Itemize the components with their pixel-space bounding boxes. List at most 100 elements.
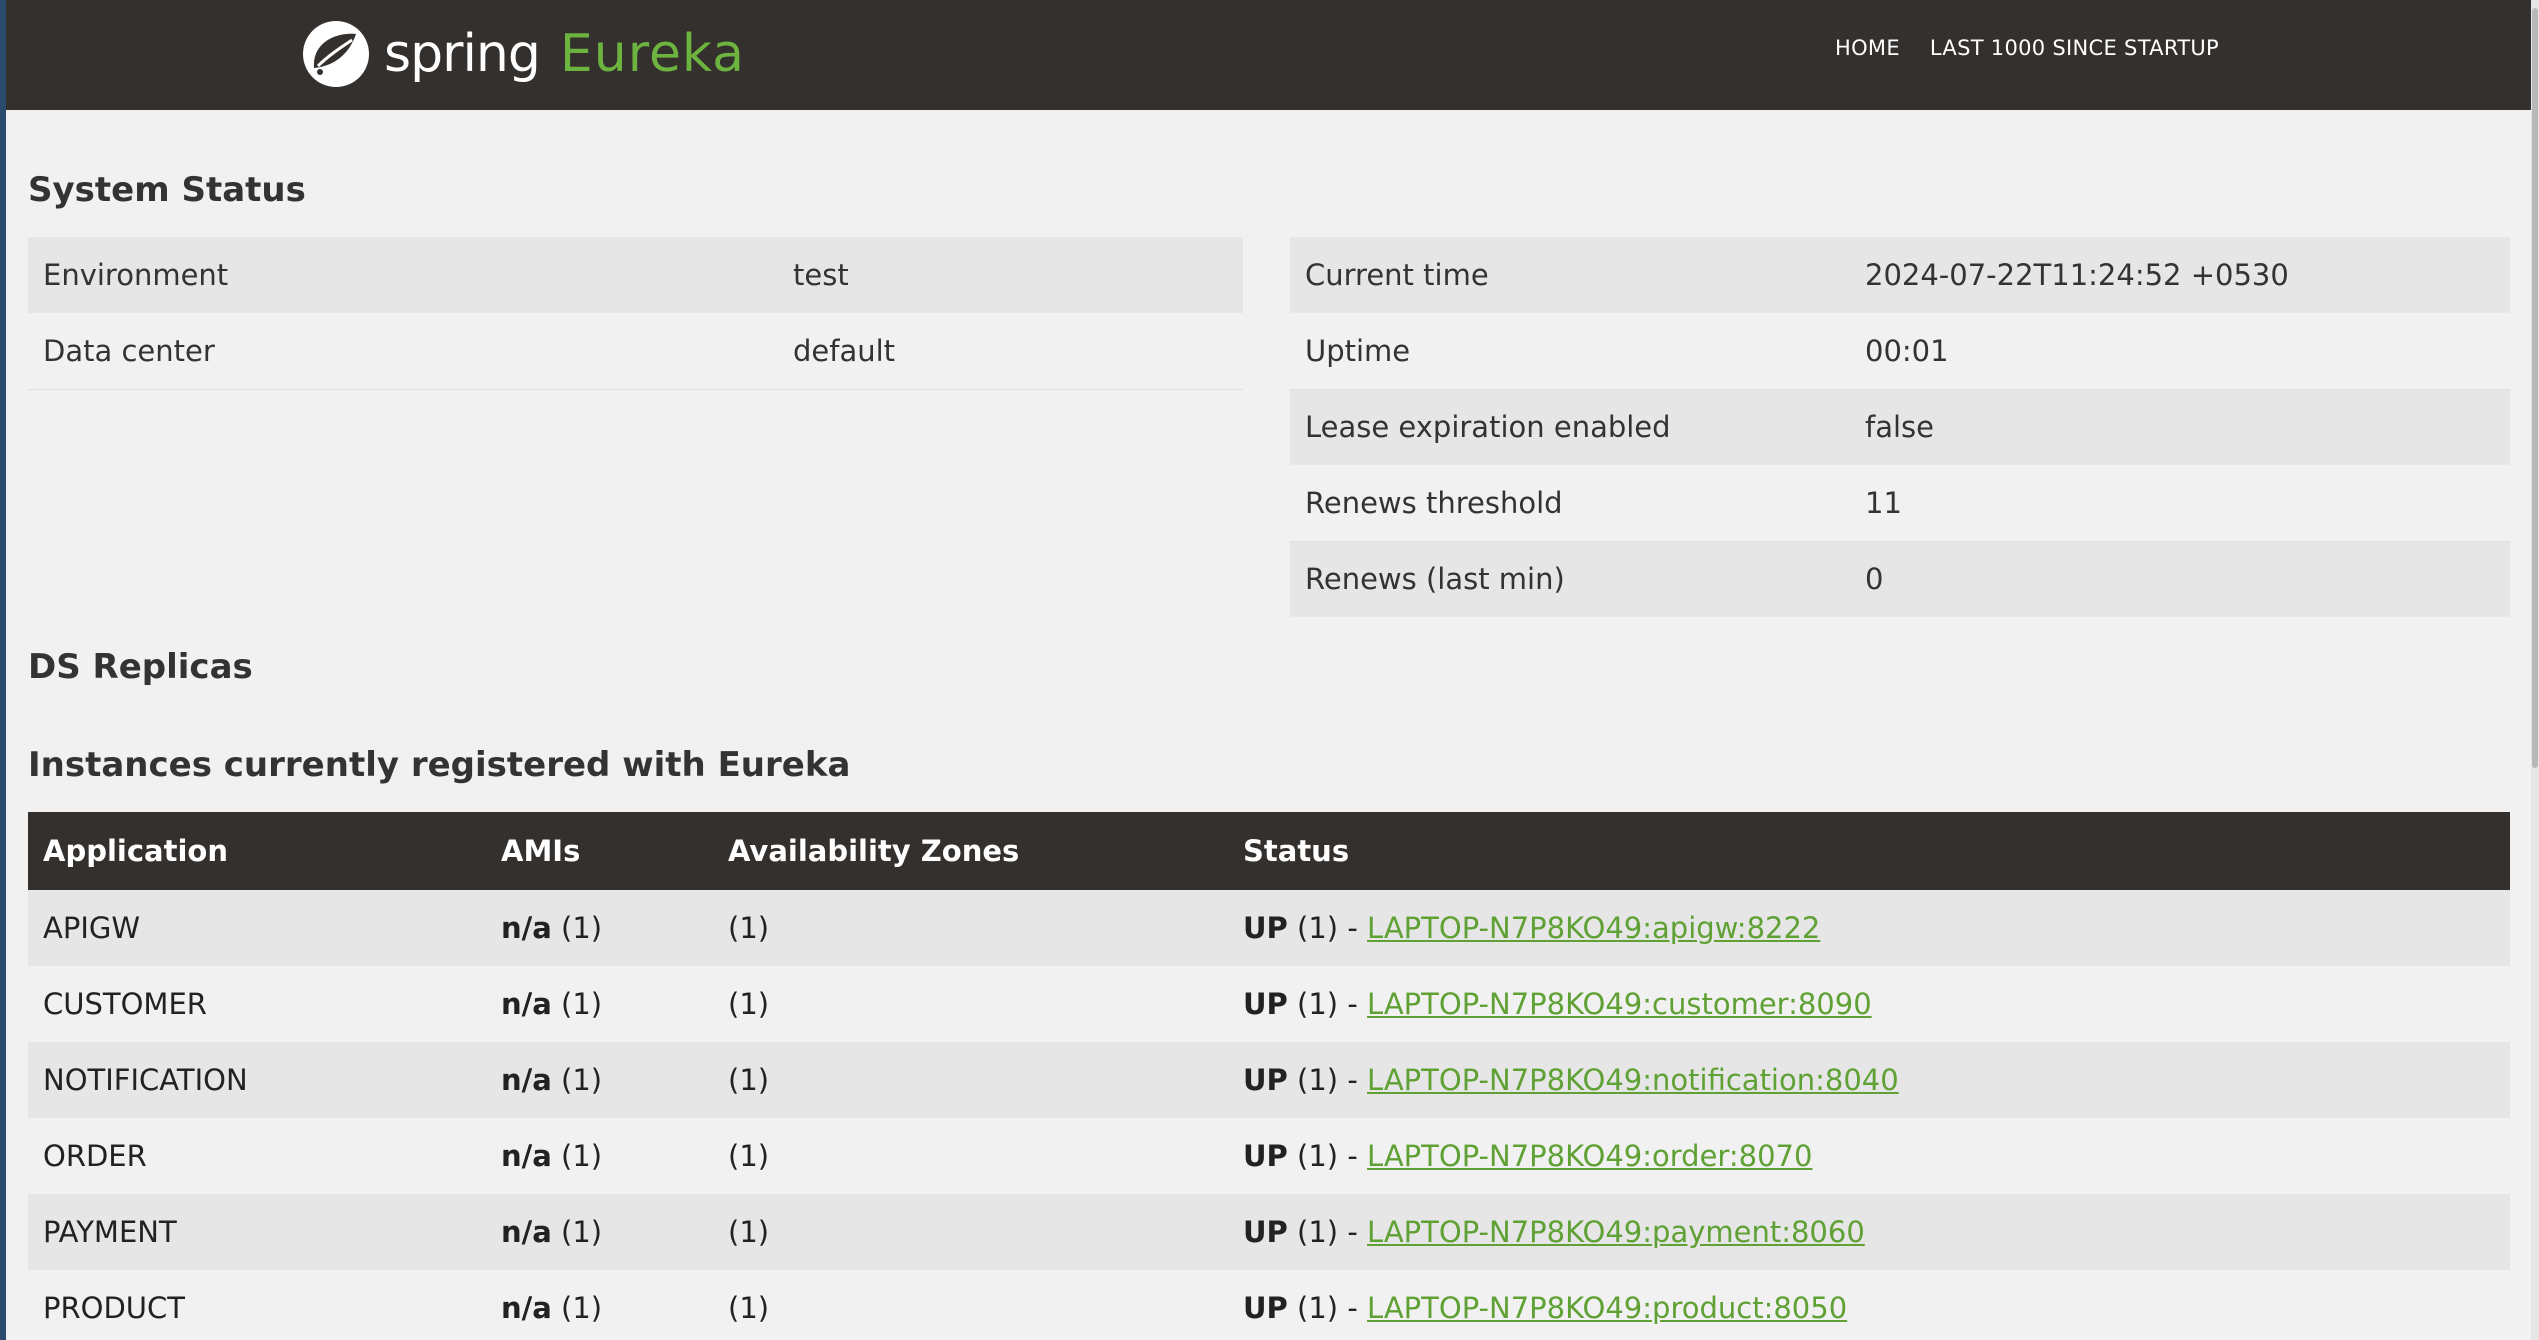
instances-header-row: Application AMIs Availability Zones Stat… <box>28 812 2510 890</box>
system-status-right-table: Current time 2024-07-22T11:24:52 +0530 U… <box>1290 237 2510 617</box>
status-count: (1) - <box>1297 1215 1358 1249</box>
status-label: Renews threshold <box>1290 465 1850 542</box>
system-status-title: System Status <box>28 170 306 210</box>
status-label: Renews (last min) <box>1290 541 1850 617</box>
status-cell: UP (1) - LAPTOP-N7P8KO49:notification:80… <box>1228 1042 2510 1118</box>
status-count: (1) - <box>1297 1291 1358 1325</box>
status-label: Data center <box>28 313 778 390</box>
ami-cell: n/a (1) <box>486 1042 713 1118</box>
table-row: APIGW n/a (1) (1) UP (1) - LAPTOP-N7P8KO… <box>28 890 2510 966</box>
zones-cell: (1) <box>713 890 1228 966</box>
status-label: Uptime <box>1290 313 1850 390</box>
status-count: (1) - <box>1297 1139 1358 1173</box>
status-count: (1) - <box>1297 1063 1358 1097</box>
zones-cell: (1) <box>713 1270 1228 1340</box>
status-value: 0 <box>1850 541 2510 617</box>
status-up: UP <box>1243 1215 1288 1249</box>
status-value: false <box>1850 389 2510 465</box>
system-status-left-table: Environment test Data center default <box>28 237 1243 390</box>
instance-link-order[interactable]: LAPTOP-N7P8KO49:order:8070 <box>1367 1139 1812 1173</box>
status-row-lease-expiration: Lease expiration enabled false <box>1290 389 2510 465</box>
ami-value: n/a <box>501 1215 552 1249</box>
col-application[interactable]: Application <box>28 812 486 890</box>
status-row-renews-threshold: Renews threshold 11 <box>1290 465 2510 542</box>
brand-eureka-text: Eureka <box>559 24 745 84</box>
status-row-uptime: Uptime 00:01 <box>1290 313 2510 390</box>
status-up: UP <box>1243 987 1288 1021</box>
app-name: APIGW <box>28 890 486 966</box>
col-amis[interactable]: AMIs <box>486 812 713 890</box>
status-cell: UP (1) - LAPTOP-N7P8KO49:customer:8090 <box>1228 966 2510 1042</box>
ami-count: (1) <box>561 1291 603 1325</box>
app-name: CUSTOMER <box>28 966 486 1042</box>
instance-link-customer[interactable]: LAPTOP-N7P8KO49:customer:8090 <box>1367 987 1872 1021</box>
app-name: PAYMENT <box>28 1194 486 1270</box>
status-count: (1) - <box>1297 987 1358 1021</box>
table-row: PRODUCT n/a (1) (1) UP (1) - LAPTOP-N7P8… <box>28 1270 2510 1340</box>
nav-links: HOME LAST 1000 SINCE STARTUP <box>1835 36 2219 60</box>
brand-spring-text: spring <box>384 24 541 84</box>
status-row-data-center: Data center default <box>28 313 1243 390</box>
table-row: PAYMENT n/a (1) (1) UP (1) - LAPTOP-N7P8… <box>28 1194 2510 1270</box>
col-status[interactable]: Status <box>1228 812 2510 890</box>
ami-count: (1) <box>561 1139 603 1173</box>
ami-cell: n/a (1) <box>486 1118 713 1194</box>
status-value: test <box>778 237 1243 313</box>
window-left-edge <box>0 0 6 1340</box>
app-name: ORDER <box>28 1118 486 1194</box>
status-row-renews-last-min: Renews (last min) 0 <box>1290 541 2510 617</box>
instance-link-product[interactable]: LAPTOP-N7P8KO49:product:8050 <box>1367 1291 1847 1325</box>
status-value: 2024-07-22T11:24:52 +0530 <box>1850 237 2510 313</box>
status-cell: UP (1) - LAPTOP-N7P8KO49:order:8070 <box>1228 1118 2510 1194</box>
status-label: Current time <box>1290 237 1850 313</box>
ami-count: (1) <box>561 1063 603 1097</box>
brand-logo[interactable]: spring Eureka <box>300 14 745 94</box>
vertical-scrollbar[interactable] <box>2531 0 2539 1340</box>
ami-count: (1) <box>561 911 603 945</box>
status-count: (1) - <box>1297 911 1358 945</box>
instance-link-apigw[interactable]: LAPTOP-N7P8KO49:apigw:8222 <box>1367 911 1820 945</box>
instance-link-payment[interactable]: LAPTOP-N7P8KO49:payment:8060 <box>1367 1215 1865 1249</box>
ami-cell: n/a (1) <box>486 966 713 1042</box>
status-row-current-time: Current time 2024-07-22T11:24:52 +0530 <box>1290 237 2510 313</box>
table-row: ORDER n/a (1) (1) UP (1) - LAPTOP-N7P8KO… <box>28 1118 2510 1194</box>
app-name: NOTIFICATION <box>28 1042 486 1118</box>
instance-link-notification[interactable]: LAPTOP-N7P8KO49:notification:8040 <box>1367 1063 1899 1097</box>
ami-value: n/a <box>501 1063 552 1097</box>
ami-cell: n/a (1) <box>486 890 713 966</box>
status-up: UP <box>1243 1139 1288 1173</box>
app-name: PRODUCT <box>28 1270 486 1340</box>
status-label: Lease expiration enabled <box>1290 389 1850 465</box>
zones-cell: (1) <box>713 966 1228 1042</box>
zones-cell: (1) <box>713 1118 1228 1194</box>
ami-value: n/a <box>501 987 552 1021</box>
ami-count: (1) <box>561 987 603 1021</box>
ami-cell: n/a (1) <box>486 1270 713 1340</box>
ds-replicas-title: DS Replicas <box>28 647 253 687</box>
table-row: CUSTOMER n/a (1) (1) UP (1) - LAPTOP-N7P… <box>28 966 2510 1042</box>
spring-leaf-icon <box>303 21 369 87</box>
ami-value: n/a <box>501 911 552 945</box>
status-value: 11 <box>1850 465 2510 542</box>
status-up: UP <box>1243 1291 1288 1325</box>
ami-value: n/a <box>501 1139 552 1173</box>
status-cell: UP (1) - LAPTOP-N7P8KO49:payment:8060 <box>1228 1194 2510 1270</box>
zones-cell: (1) <box>713 1042 1228 1118</box>
nav-last-1000-link[interactable]: LAST 1000 SINCE STARTUP <box>1930 36 2219 60</box>
zones-cell: (1) <box>713 1194 1228 1270</box>
status-value: 00:01 <box>1850 313 2510 390</box>
top-navbar: spring Eureka HOME LAST 1000 SINCE START… <box>6 0 2531 110</box>
instances-table: Application AMIs Availability Zones Stat… <box>28 812 2510 1340</box>
ami-count: (1) <box>561 1215 603 1249</box>
status-row-environment: Environment test <box>28 237 1243 313</box>
status-cell: UP (1) - LAPTOP-N7P8KO49:product:8050 <box>1228 1270 2510 1340</box>
ami-value: n/a <box>501 1291 552 1325</box>
nav-home-link[interactable]: HOME <box>1835 36 1900 60</box>
status-value: default <box>778 313 1243 390</box>
col-availability-zones[interactable]: Availability Zones <box>713 812 1228 890</box>
status-label: Environment <box>28 237 778 313</box>
scrollbar-thumb[interactable] <box>2532 8 2538 768</box>
table-row: NOTIFICATION n/a (1) (1) UP (1) - LAPTOP… <box>28 1042 2510 1118</box>
status-up: UP <box>1243 911 1288 945</box>
instances-title: Instances currently registered with Eure… <box>28 745 851 785</box>
